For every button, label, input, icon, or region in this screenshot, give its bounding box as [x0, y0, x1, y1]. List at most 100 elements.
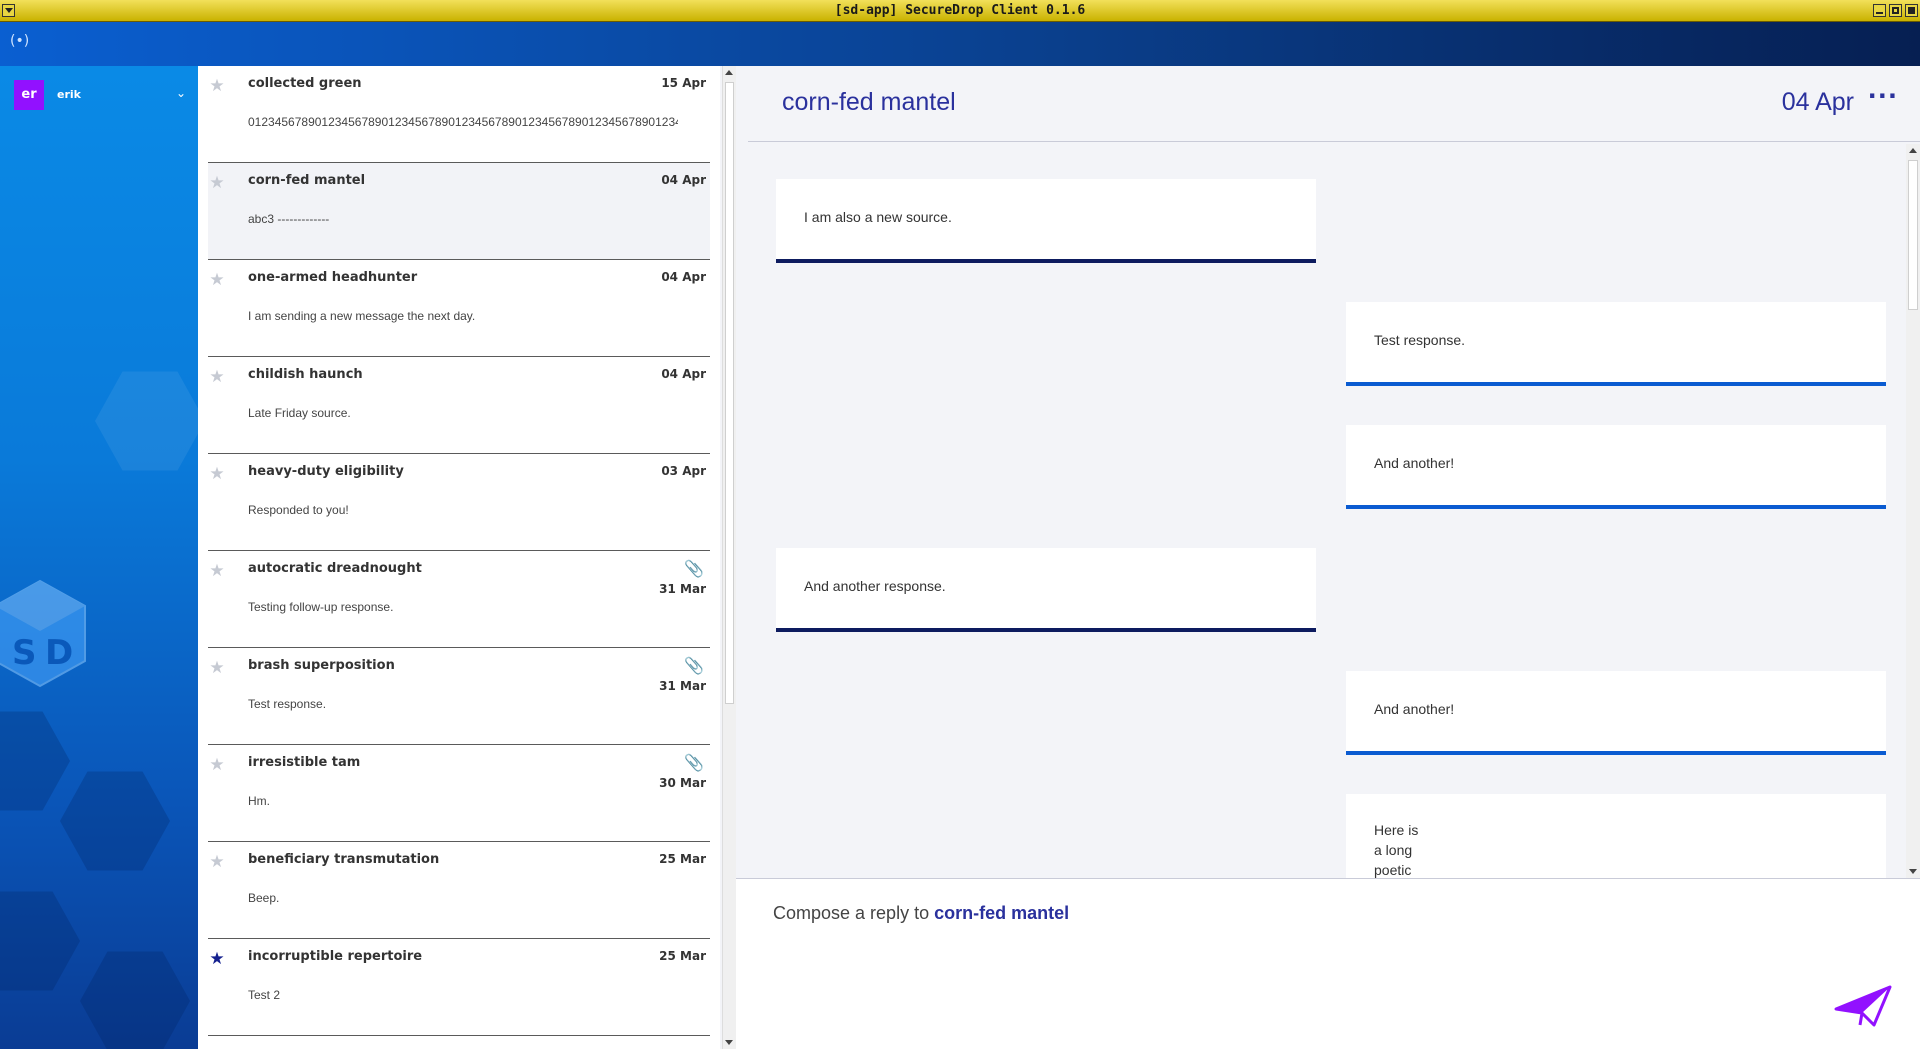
paperclip-icon: 📎: [684, 656, 704, 675]
scrollbar-thumb[interactable]: [1908, 160, 1918, 310]
star-icon[interactable]: ★: [208, 367, 226, 387]
window-title: [sd-app] SecureDrop Client 0.1.6: [834, 3, 1086, 18]
left-sidebar: S D er erik ⌄: [0, 66, 198, 1049]
message-bubble: I am also a new source.: [776, 179, 1316, 263]
reply-compose-box[interactable]: Compose a reply to corn-fed mantel: [736, 878, 1920, 1049]
securedrop-logo: S D: [0, 579, 86, 688]
source-preview: Late Friday source.: [248, 406, 351, 420]
reply-bubble: And another!: [1346, 671, 1886, 755]
scroll-up-arrow-icon[interactable]: [1909, 148, 1917, 153]
source-date: 15 Apr: [661, 76, 706, 90]
source-list: ★ collected green 15 Apr 012345678901234567…: [198, 66, 720, 1049]
source-preview: Test 2: [248, 988, 281, 1002]
compose-prefix: Compose a reply to: [773, 903, 935, 923]
source-preview: Test response.: [248, 697, 327, 711]
star-icon[interactable]: ★: [208, 561, 226, 581]
message-bubble: And another response.: [776, 548, 1316, 632]
svg-text:S: S: [12, 633, 37, 673]
source-row[interactable]: ★ irresistible tam 📎 30 Mar Hm.: [208, 745, 710, 842]
source-row[interactable]: ★ brash superposition 📎 31 Mar Test response…: [208, 648, 710, 745]
chevron-down-icon[interactable]: ⌄: [176, 86, 186, 100]
source-preview: 0123456789012345678901234567890123456789…: [248, 115, 678, 129]
close-button[interactable]: [1905, 4, 1918, 17]
source-name: incorruptible repertoire: [248, 949, 423, 964]
source-row[interactable]: ★ autocratic dreadnought 📎 31 Mar Testing fo…: [208, 551, 710, 648]
source-name: childish haunch: [248, 367, 363, 382]
source-list-scrollbar[interactable]: [722, 66, 736, 1049]
message-text: And another response.: [804, 578, 946, 594]
source-row[interactable]: ★ heavy-duty eligibility 03 Apr Responded t…: [208, 454, 710, 551]
scroll-down-arrow-icon[interactable]: [725, 1040, 733, 1045]
source-date: 25 Mar: [659, 949, 706, 963]
scrollbar-thumb[interactable]: [725, 82, 734, 704]
star-icon[interactable]: ★: [208, 658, 226, 678]
background-hexagon: [95, 371, 198, 471]
reply-text: And another!: [1374, 455, 1455, 471]
user-avatar[interactable]: er: [14, 80, 44, 110]
source-date: 25 Mar: [659, 852, 706, 866]
reply-line: poetic: [1374, 862, 1412, 878]
reply-text: And another!: [1374, 701, 1455, 717]
source-row[interactable]: ★ one-armed headhunter 04 Apr I am sending …: [208, 260, 710, 357]
conversation-pane: corn-fed mantel 04 Apr ··· I am also a n…: [736, 66, 1920, 878]
background-hexagon: [0, 711, 70, 811]
minimize-button[interactable]: [1873, 4, 1886, 17]
source-row[interactable]: ★ corn-fed mantel 04 Apr abc3 -------------: [208, 163, 710, 260]
user-name[interactable]: erik: [57, 88, 81, 101]
user-menu[interactable]: er erik ⌄: [14, 80, 186, 110]
reply-text: Here is a long poetic: [1374, 820, 1418, 878]
star-icon[interactable]: ★: [208, 949, 226, 969]
source-date: 04 Apr: [661, 270, 706, 284]
source-preview: Responded to you!: [248, 503, 349, 517]
background-hexagon: [60, 771, 170, 871]
source-name: one-armed headhunter: [248, 270, 418, 285]
compose-placeholder[interactable]: Compose a reply to corn-fed mantel: [773, 903, 1069, 924]
source-name: heavy-duty eligibility: [248, 464, 404, 479]
source-name: brash superposition: [248, 658, 395, 673]
reply-bubble: And another!: [1346, 425, 1886, 509]
scroll-down-arrow-icon[interactable]: [1909, 869, 1917, 874]
top-bar: (•): [0, 22, 1920, 66]
reply-line: a long: [1374, 842, 1413, 858]
paperclip-icon: 📎: [684, 753, 704, 772]
source-row[interactable]: ★ beneficiary transmutation 25 Mar Beep.: [208, 842, 710, 939]
maximize-button[interactable]: [1889, 4, 1902, 17]
source-date: 31 Mar: [659, 582, 706, 596]
source-row[interactable]: ★ collected green 15 Apr 012345678901234567…: [208, 66, 710, 163]
message-text: I am also a new source.: [804, 209, 952, 225]
source-row[interactable]: ★ incorruptible repertoire 25 Mar Test 2: [208, 939, 710, 1036]
star-icon[interactable]: ★: [208, 755, 226, 775]
conversation-header: corn-fed mantel 04 Apr ···: [748, 66, 1920, 142]
more-icon[interactable]: ···: [1868, 82, 1898, 110]
source-date: 04 Apr: [661, 173, 706, 187]
conversation-date: 04 Apr: [1781, 88, 1854, 116]
source-date: 03 Apr: [661, 464, 706, 478]
compose-source-name: corn-fed mantel: [934, 903, 1070, 923]
star-icon[interactable]: ★: [208, 270, 226, 290]
scroll-up-arrow-icon[interactable]: [725, 70, 733, 75]
source-name: collected green: [248, 76, 362, 91]
conversation-title: corn-fed mantel: [782, 88, 956, 116]
source-date: 31 Mar: [659, 679, 706, 693]
send-icon[interactable]: [1834, 985, 1892, 1027]
background-hexagon: [0, 891, 80, 991]
star-icon[interactable]: ★: [208, 852, 226, 872]
source-preview: Beep.: [248, 891, 280, 905]
reply-line: Here is: [1374, 822, 1419, 838]
source-name: irresistible tam: [248, 755, 361, 770]
reply-text: Test response.: [1374, 332, 1466, 348]
star-icon[interactable]: ★: [208, 76, 226, 96]
svg-text:D: D: [45, 633, 73, 673]
source-date: 04 Apr: [661, 367, 706, 381]
star-icon[interactable]: ★: [208, 173, 226, 193]
source-preview: abc3 -------------: [248, 212, 330, 226]
star-icon[interactable]: ★: [208, 464, 226, 484]
source-name: corn-fed mantel: [248, 173, 366, 188]
source-date: 30 Mar: [659, 776, 706, 790]
conversation-scrollbar[interactable]: [1906, 144, 1920, 878]
signal-icon[interactable]: (•): [10, 33, 29, 49]
background-hexagon: [80, 951, 190, 1049]
source-row[interactable]: ★ childish haunch 04 Apr Late Friday source…: [208, 357, 710, 454]
source-preview: Testing follow-up response.: [248, 600, 394, 614]
reply-bubble: Test response.: [1346, 302, 1886, 386]
